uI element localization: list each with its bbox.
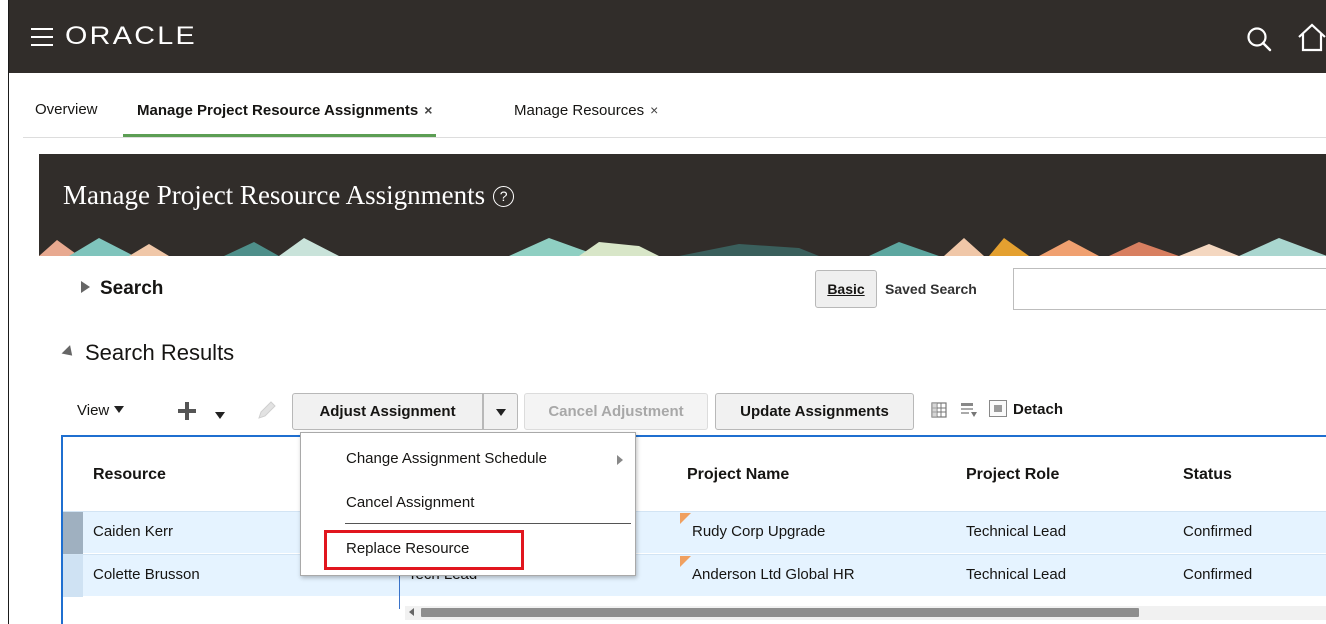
chevron-down-icon <box>496 409 506 416</box>
row-selector[interactable] <box>63 555 83 597</box>
pencil-icon[interactable] <box>255 400 277 422</box>
adjust-assignment-menu-button[interactable] <box>483 393 518 430</box>
expand-icon <box>81 281 90 293</box>
scroll-left-icon[interactable] <box>409 608 414 616</box>
detach-button[interactable]: Detach <box>989 400 1063 418</box>
column-header-project-name[interactable]: Project Name <box>687 466 789 484</box>
saved-search-select[interactable] <box>1013 268 1326 310</box>
menu-item-change-assignment-schedule[interactable]: Change Assignment Schedule <box>346 450 547 467</box>
tabs-divider <box>23 137 1326 138</box>
highlight-annotation <box>324 530 524 570</box>
wrap-icon[interactable] <box>959 400 979 420</box>
scroll-thumb[interactable] <box>421 608 1139 617</box>
chevron-down-icon <box>215 412 225 419</box>
home-icon[interactable] <box>1297 22 1326 52</box>
search-disclosure[interactable]: Search <box>81 278 163 300</box>
tab-manage-project-resource-assignments[interactable]: Manage Project Resource Assignments × <box>123 95 437 137</box>
tab-close-icon[interactable]: × <box>424 102 432 118</box>
help-icon[interactable]: ? <box>493 186 515 207</box>
decorative-banner <box>39 238 1326 256</box>
collapse-icon <box>61 345 77 360</box>
table-row[interactable]: Caiden Kerr Rudy Corp Upgrade Technical … <box>63 511 1326 554</box>
submenu-arrow-icon <box>617 455 623 465</box>
view-menu[interactable]: View <box>77 402 125 419</box>
menu-separator <box>345 523 631 524</box>
column-header-status[interactable]: Status <box>1183 466 1232 484</box>
search-icon[interactable] <box>1246 26 1272 52</box>
change-indicator-icon <box>680 556 691 567</box>
basic-search-button[interactable]: Basic <box>815 270 877 308</box>
saved-search-label: Saved Search <box>885 281 977 297</box>
adjust-assignment-button[interactable]: Adjust Assignment <box>292 393 483 430</box>
freeze-icon[interactable] <box>929 400 949 420</box>
hamburger-icon[interactable] <box>31 28 53 46</box>
app-frame: ORACLE Overview Manage Project Resource … <box>8 0 1326 624</box>
page-header: Manage Project Resource Assignments? <box>39 154 1326 256</box>
update-assignments-button[interactable]: Update Assignments <box>715 393 914 430</box>
column-header-resource[interactable]: Resource <box>93 466 166 484</box>
plus-icon[interactable] <box>177 401 197 421</box>
row-selector[interactable] <box>63 512 83 554</box>
results-table: Resource Project Name Project Role Statu… <box>61 435 1326 624</box>
horizontal-scrollbar[interactable] <box>405 606 1326 620</box>
global-header: ORACLE <box>9 0 1326 73</box>
tab-bar: Overview Manage Project Resource Assignm… <box>9 95 1326 137</box>
tab-close-icon[interactable]: × <box>650 102 658 118</box>
detach-icon <box>989 400 1007 417</box>
page-title: Manage Project Resource Assignments? <box>63 180 515 211</box>
oracle-logo: ORACLE <box>65 22 198 50</box>
change-indicator-icon <box>680 513 691 524</box>
tab-overview[interactable]: Overview <box>35 95 98 137</box>
table-row[interactable]: Colette Brusson Tech Lead Anderson Ltd G… <box>63 554 1326 597</box>
chevron-down-icon <box>114 406 125 413</box>
add-menu-caret[interactable] <box>215 408 225 426</box>
column-header-project-role[interactable]: Project Role <box>966 466 1059 484</box>
cancel-adjustment-button[interactable]: Cancel Adjustment <box>524 393 708 430</box>
search-results-heading[interactable]: Search Results <box>61 340 234 366</box>
menu-item-cancel-assignment[interactable]: Cancel Assignment <box>346 494 474 511</box>
tab-manage-resources[interactable]: Manage Resources × <box>514 95 658 137</box>
